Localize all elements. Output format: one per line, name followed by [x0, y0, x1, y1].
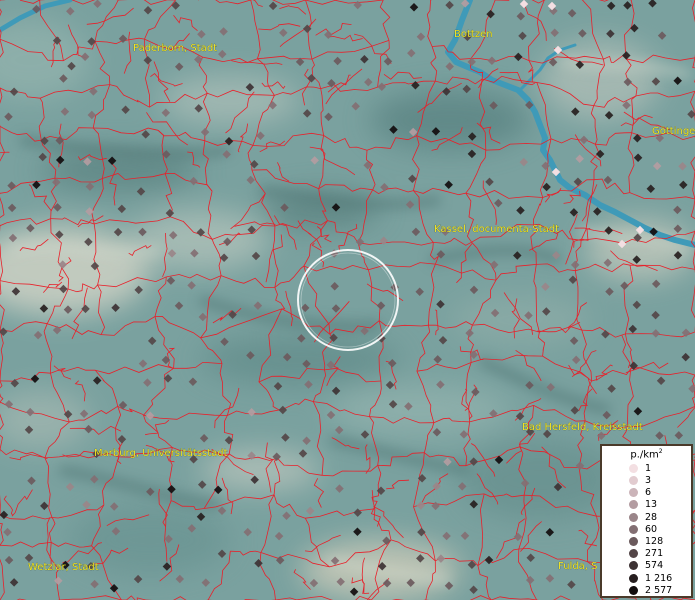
legend-item: 3	[602, 475, 691, 487]
legend-label: 2 577	[645, 584, 673, 596]
legend-title: p./km2	[630, 448, 663, 461]
city-label-bad-hersfeld: Bad Hersfeld, Kreisstadt	[522, 422, 643, 433]
legend-swatch	[629, 488, 638, 498]
legend-item: 271	[602, 548, 691, 560]
legend-swatch	[629, 549, 638, 559]
city-label-fulda: Fulda, S	[558, 561, 598, 572]
legend-swatch	[629, 463, 638, 473]
legend-label: 1	[645, 462, 652, 474]
city-label-kassel: Kassel, documenta-Stadt	[434, 224, 559, 235]
legend-item: 28	[602, 511, 691, 523]
legend-item: 1 216	[602, 572, 691, 584]
legend-item: 13	[602, 499, 691, 511]
legend-item: 574	[602, 560, 691, 572]
legend-item: 6	[602, 487, 691, 499]
legend-list: 1 3 6 13 28 60 128 271 574 1 216 2 577	[602, 462, 691, 596]
city-label-paderborn: Paderborn, Stadt	[133, 43, 217, 54]
legend-label: 13	[645, 499, 658, 511]
legend-label: 28	[645, 511, 658, 523]
legend-swatch	[629, 500, 638, 510]
city-label-marburg: Marburg, Universitätsstadt	[94, 448, 228, 459]
city-label-goettingen: Göttingen	[652, 126, 695, 137]
legend-item: 2 577	[602, 584, 691, 596]
legend-label: 1 216	[645, 572, 673, 584]
city-label-wetzlar: Wetzlar, Stadt	[28, 562, 99, 573]
legend-swatch	[629, 585, 638, 595]
legend-swatch	[629, 573, 638, 583]
city-label-bottzen: Bottzen	[454, 29, 493, 40]
density-legend: p./km2 1 3 6 13 28 60 128 271 574 1 216 …	[600, 444, 693, 598]
legend-label: 60	[645, 523, 658, 535]
map-canvas[interactable]: Paderborn, Stadt Bottzen Göttingen Kasse…	[0, 0, 695, 600]
legend-label: 128	[645, 536, 664, 548]
legend-label: 271	[645, 548, 664, 560]
legend-item: 60	[602, 523, 691, 535]
legend-label: 574	[645, 560, 664, 572]
legend-swatch	[629, 512, 638, 522]
legend-swatch	[629, 537, 638, 547]
legend-item: 1	[602, 462, 691, 474]
legend-label: 6	[645, 487, 652, 499]
legend-swatch	[629, 524, 638, 534]
legend-item: 128	[602, 535, 691, 547]
legend-swatch	[629, 561, 638, 571]
legend-swatch	[629, 476, 638, 486]
legend-label: 3	[645, 475, 652, 487]
